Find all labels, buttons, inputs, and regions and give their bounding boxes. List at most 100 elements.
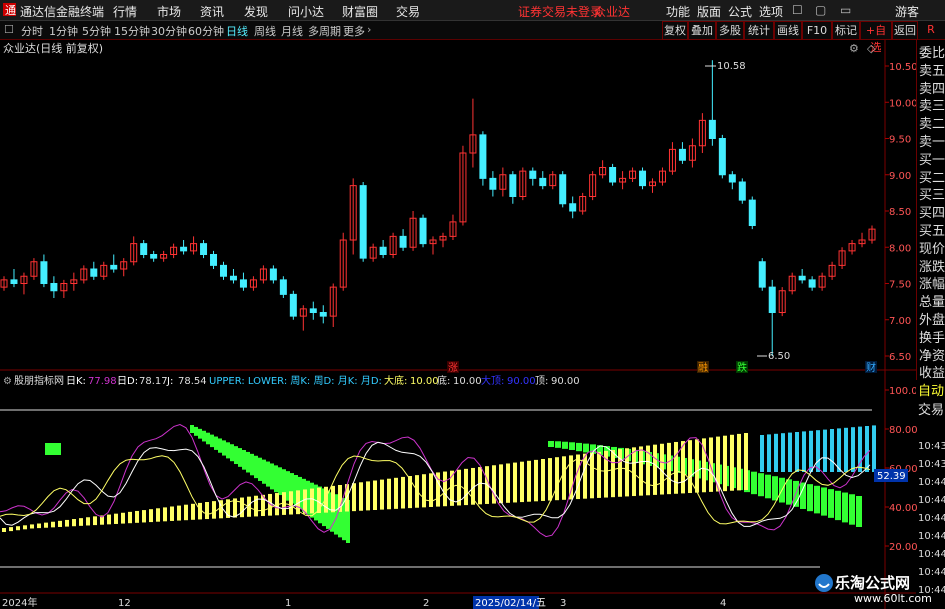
candle[interactable]: [30, 258, 38, 280]
adjust-button[interactable]: 复权: [662, 21, 688, 40]
candle[interactable]: [758, 258, 766, 291]
candle[interactable]: [649, 178, 657, 193]
side-panel-item[interactable]: 涨跌: [919, 259, 945, 277]
candle[interactable]: [60, 279, 68, 298]
period-5min[interactable]: 5分钟: [82, 23, 111, 39]
candle[interactable]: [0, 276, 8, 291]
marker-up[interactable]: 涨: [448, 362, 458, 374]
candle[interactable]: [259, 265, 267, 284]
candle[interactable]: [788, 272, 796, 295]
candle[interactable]: [728, 171, 736, 190]
candle[interactable]: [678, 142, 686, 164]
candle[interactable]: [130, 236, 138, 266]
candle[interactable]: [738, 178, 746, 204]
candle[interactable]: [519, 167, 527, 201]
side-panel-item[interactable]: 卖四: [919, 81, 945, 99]
candle[interactable]: [828, 261, 836, 280]
stats-button[interactable]: 统计: [744, 21, 774, 40]
candle[interactable]: [150, 250, 158, 262]
side-panel-item[interactable]: 买一: [919, 152, 945, 170]
candle[interactable]: [339, 232, 347, 291]
candle[interactable]: [409, 211, 417, 251]
period-monthly[interactable]: 月线: [281, 23, 303, 39]
period-weekly[interactable]: 周线: [254, 23, 276, 39]
side-panel-item[interactable]: 买三: [919, 187, 945, 205]
candle[interactable]: [80, 265, 88, 284]
candle[interactable]: [798, 269, 806, 284]
candle[interactable]: [379, 240, 387, 259]
candle[interactable]: [569, 196, 577, 219]
candle[interactable]: [349, 178, 357, 255]
candle[interactable]: [609, 163, 617, 186]
candle[interactable]: [589, 171, 597, 201]
candle[interactable]: [110, 254, 118, 273]
candle[interactable]: [559, 171, 567, 208]
candle[interactable]: [629, 167, 637, 183]
candle[interactable]: [848, 240, 856, 255]
candle[interactable]: [200, 240, 208, 259]
candle[interactable]: [838, 247, 846, 269]
candle[interactable]: [708, 60, 716, 146]
candle[interactable]: [100, 261, 108, 280]
candle[interactable]: [579, 192, 587, 215]
period-1min[interactable]: 1分钟: [49, 23, 78, 39]
period-daily[interactable]: 日线: [226, 23, 248, 39]
candle[interactable]: [389, 232, 397, 259]
settings-gear-icon[interactable]: ⚙: [849, 42, 859, 55]
candle[interactable]: [549, 171, 557, 190]
marker-finance[interactable]: 财: [866, 361, 876, 374]
candle[interactable]: [698, 113, 706, 153]
candle[interactable]: [329, 283, 337, 328]
candle[interactable]: [239, 272, 247, 291]
side-panel-item[interactable]: 卖五: [919, 63, 945, 81]
candle[interactable]: [249, 276, 257, 291]
overlay-button[interactable]: 叠加: [688, 21, 716, 40]
expand-icon[interactable]: ☐: [4, 23, 14, 36]
menu-layout[interactable]: 版面: [697, 3, 721, 20]
candle[interactable]: [439, 232, 447, 248]
candle[interactable]: [399, 229, 407, 251]
trade-panel-item[interactable]: 交易: [918, 402, 945, 420]
candle[interactable]: [120, 258, 128, 277]
menu-xiaoda[interactable]: 问小达: [288, 3, 324, 20]
candle[interactable]: [808, 276, 816, 291]
menu-quotes[interactable]: 行情: [113, 3, 137, 20]
side-panel-item[interactable]: 总量: [919, 294, 945, 312]
guest-label[interactable]: 游客: [895, 3, 919, 20]
period-15min[interactable]: 15分钟: [114, 23, 150, 39]
candle[interactable]: [50, 276, 58, 298]
multi-stock-button[interactable]: 多股: [716, 21, 744, 40]
period-multi[interactable]: 多周期: [308, 23, 341, 39]
side-panel-item[interactable]: 现价: [919, 241, 945, 259]
menu-options[interactable]: 选项: [759, 3, 783, 20]
candle[interactable]: [499, 167, 507, 197]
candle[interactable]: [190, 236, 198, 255]
window-icon[interactable]: ▭: [840, 3, 851, 17]
candle[interactable]: [10, 269, 18, 288]
candle[interactable]: [658, 167, 666, 186]
candle[interactable]: [818, 272, 826, 291]
menu-functions[interactable]: 功能: [666, 3, 690, 20]
candle[interactable]: [748, 196, 756, 230]
side-panel-item[interactable]: 卖一: [919, 134, 945, 152]
candle[interactable]: [419, 214, 427, 248]
candle[interactable]: [40, 254, 48, 288]
trade-panel-item[interactable]: 自动: [918, 383, 945, 401]
marker-down[interactable]: 跌: [737, 361, 747, 374]
period-60min[interactable]: 60分钟: [188, 23, 224, 39]
side-panel-item[interactable]: 涨幅: [919, 276, 945, 294]
side-panel-item[interactable]: 买二: [919, 170, 945, 188]
candle[interactable]: [858, 232, 866, 248]
chevron-right-icon[interactable]: ›: [367, 23, 371, 36]
menu-news[interactable]: 资讯: [200, 3, 224, 20]
candle[interactable]: [319, 305, 327, 324]
menu-wealth[interactable]: 财富圈: [342, 3, 378, 20]
f10-button[interactable]: F10: [802, 21, 832, 40]
candle[interactable]: [229, 269, 237, 284]
marker-margin[interactable]: 融: [698, 362, 708, 374]
candle[interactable]: [269, 265, 277, 284]
period-30min[interactable]: 30分钟: [151, 23, 187, 39]
candle[interactable]: [140, 240, 148, 259]
login-notice[interactable]: 证券交易未登录: [518, 3, 602, 20]
collapse-icon[interactable]: ◇: [867, 42, 876, 55]
